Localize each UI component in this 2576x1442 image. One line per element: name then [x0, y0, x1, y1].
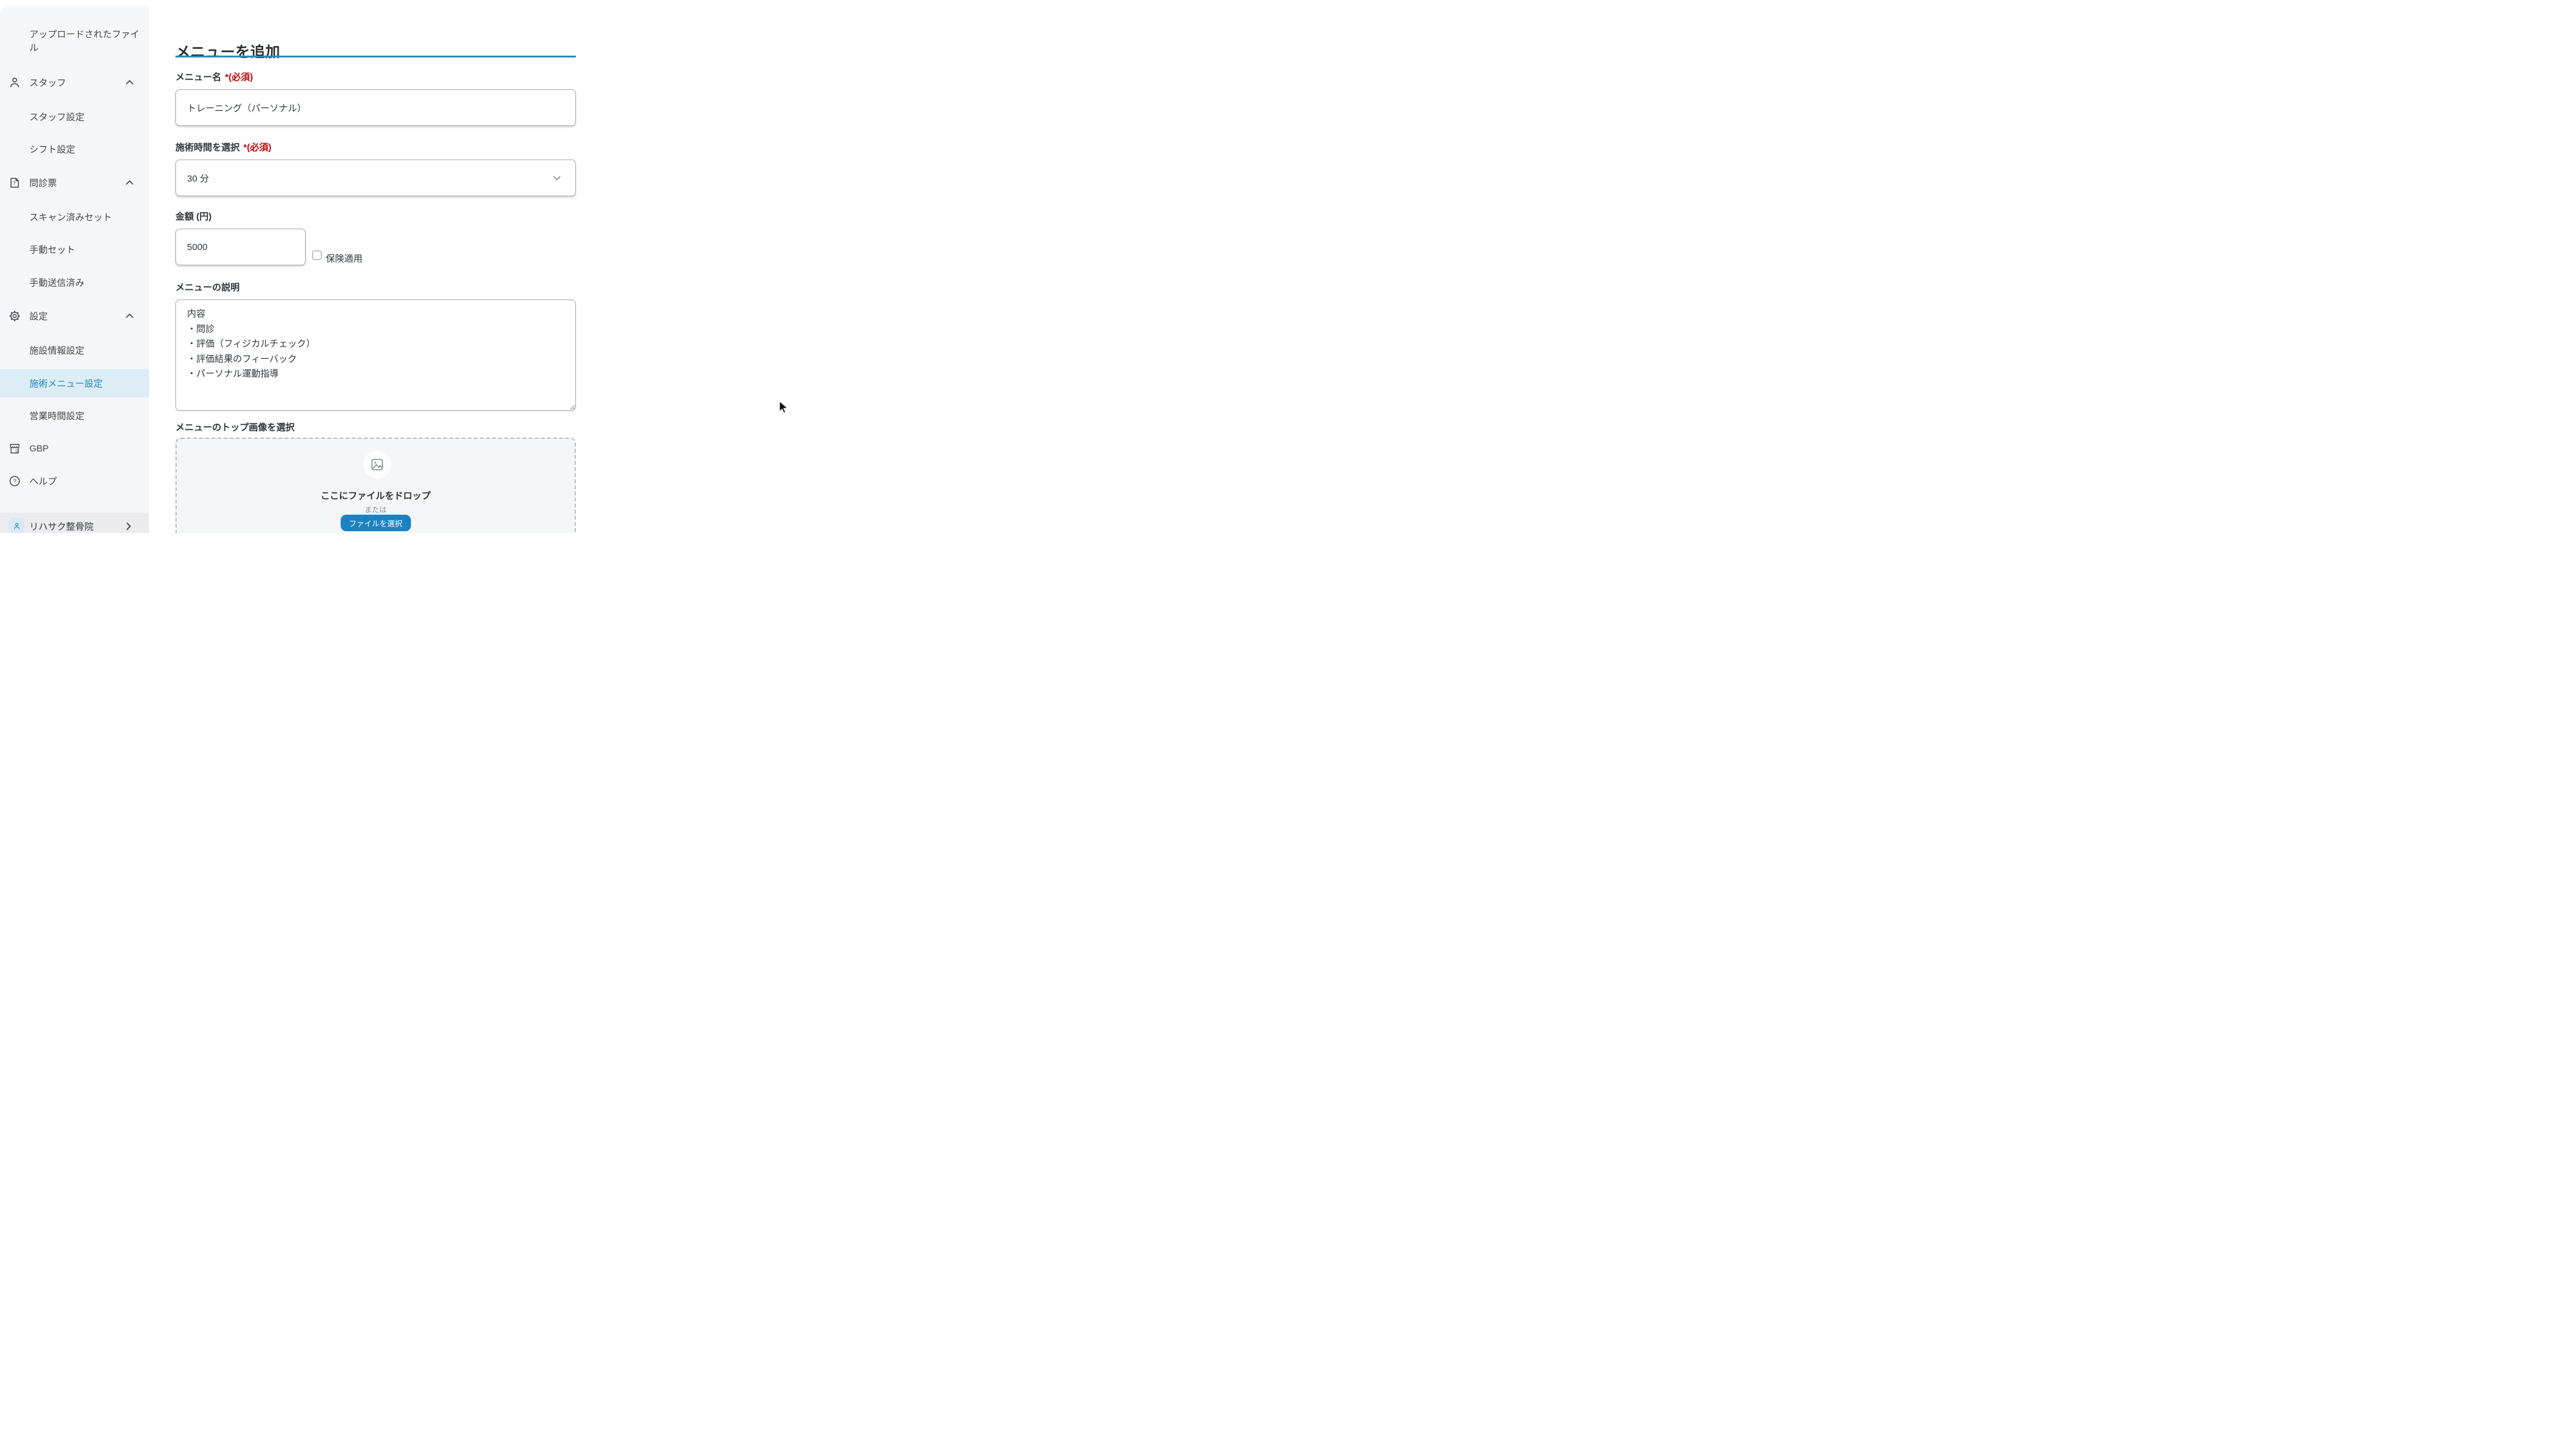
sidebar-item-label: アップロードされたファイル	[29, 28, 141, 55]
app-window: アップロードされたファイル スタッフ スタッフ設定 シフト設定 ? 問診票	[0, 0, 951, 533]
drop-files-text: ここにファイルをドロップ	[177, 489, 575, 502]
sidebar-item-help[interactable]: ? ヘルプ	[0, 474, 149, 488]
sidebar-item-label: シフト設定	[29, 143, 75, 156]
clinic-switcher[interactable]: リハサク整骨院	[0, 513, 149, 533]
image-placeholder-circle	[363, 451, 391, 479]
insurance-checkbox[interactable]	[312, 251, 322, 260]
sidebar-item-gbp[interactable]: G GBP	[0, 441, 149, 456]
description-textarea[interactable]: 内容 ・問診 ・評価（フィジカルチェック） ・評価結果のフィーバック ・パーソナ…	[175, 300, 576, 411]
sidebar-item-business-hours-settings[interactable]: 営業時間設定	[0, 408, 149, 423]
sidebar-item-uploaded-files[interactable]: アップロードされたファイル	[0, 28, 149, 55]
sidebar-item-label: GBP	[29, 444, 49, 454]
price-input[interactable]	[175, 229, 306, 265]
sidebar-item-label: 営業時間設定	[29, 410, 84, 422]
help-circle-icon: ?	[9, 475, 21, 487]
price-label: 金額 (円)	[175, 210, 212, 223]
sidebar-item-settings[interactable]: 設定	[0, 309, 149, 323]
duration-label: 施術時間を選択*(必須)	[175, 141, 271, 153]
insurance-checkbox-label: 保険適用	[326, 252, 362, 265]
sidebar-item-label: 施設情報設定	[29, 344, 84, 357]
chevron-down-icon	[552, 173, 562, 183]
sidebar-item-label: スキャン済みセット	[29, 211, 112, 224]
mouse-cursor	[779, 400, 790, 415]
svg-text:G: G	[15, 449, 18, 454]
svg-text:?: ?	[13, 181, 16, 186]
gear-icon	[9, 310, 21, 322]
clinic-name: リハサク整骨院	[29, 520, 94, 532]
sidebar-item-label: スタッフ設定	[29, 111, 84, 123]
sidebar-item-label: 施術メニュー設定	[29, 377, 103, 390]
person-icon	[9, 76, 21, 89]
file-format-hint: PNG または JPG (最大 10MB)	[177, 532, 575, 533]
sidebar-item-label: 設定	[29, 310, 48, 323]
sidebar-item-questionnaire[interactable]: ? 問診票	[0, 175, 149, 190]
sidebar-item-treatment-menu-settings[interactable]: 施術メニュー設定	[0, 376, 149, 391]
clinic-avatar	[9, 518, 24, 533]
page-title: メニューを追加	[175, 40, 281, 61]
sidebar-item-shift-settings[interactable]: シフト設定	[0, 142, 149, 156]
sidebar-item-label: 手動送信済み	[29, 276, 84, 289]
svg-text:?: ?	[13, 478, 16, 485]
image-dropzone[interactable]: ここにファイルをドロップ または ファイルを選択 PNG または JPG (最大…	[175, 438, 576, 533]
sidebar-item-label: 問診票	[29, 177, 57, 189]
select-file-button[interactable]: ファイルを選択	[340, 515, 411, 531]
chevron-up-icon[interactable]	[125, 78, 134, 87]
sidebar-item-facility-info-settings[interactable]: 施設情報設定	[0, 343, 149, 358]
top-image-label: メニューのトップ画像を選択	[175, 421, 295, 433]
menu-name-input[interactable]	[175, 89, 576, 126]
duration-selected-value: 30 分	[187, 172, 209, 185]
sidebar-item-staff[interactable]: スタッフ	[0, 75, 149, 90]
required-mark: *(必須)	[243, 142, 271, 153]
or-text: または	[177, 504, 575, 515]
sidebar-item-label: 手動セット	[29, 243, 75, 256]
menu-name-label: メニュー名*(必須)	[175, 70, 253, 83]
sidebar-item-label: スタッフ	[29, 76, 66, 89]
sidebar: アップロードされたファイル スタッフ スタッフ設定 シフト設定 ? 問診票	[0, 6, 149, 533]
sidebar-item-manual-set[interactable]: 手動セット	[0, 242, 149, 257]
sidebar-item-label: ヘルプ	[29, 475, 57, 488]
document-question-icon: ?	[9, 177, 21, 189]
description-label: メニューの説明	[175, 281, 240, 293]
sidebar-item-manual-sent[interactable]: 手動送信済み	[0, 275, 149, 290]
chevron-right-icon	[124, 521, 133, 531]
title-divider	[175, 56, 576, 57]
sidebar-item-scanned-set[interactable]: スキャン済みセット	[0, 210, 149, 224]
chevron-up-icon[interactable]	[125, 311, 134, 321]
storefront-icon: G	[9, 443, 21, 455]
sidebar-item-staff-settings[interactable]: スタッフ設定	[0, 109, 149, 124]
chevron-up-icon[interactable]	[125, 178, 134, 188]
duration-select[interactable]: 30 分	[175, 160, 576, 196]
required-mark: *(必須)	[225, 72, 253, 83]
